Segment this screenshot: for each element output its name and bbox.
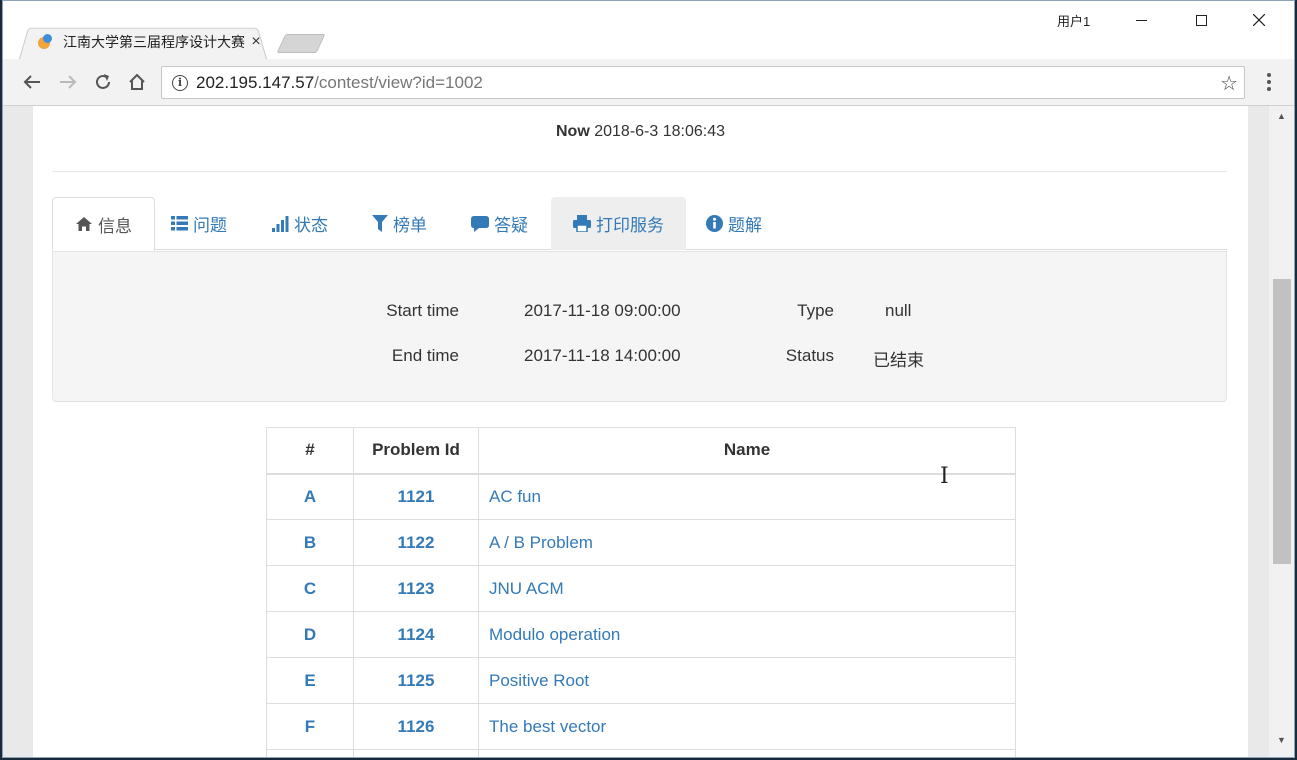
problem-table: # Problem Id Name A 1121 AC fun B 1122 A… xyxy=(266,427,1016,757)
site-favicon-icon xyxy=(37,34,53,50)
tab-problems[interactable]: 问题 xyxy=(149,197,249,250)
profile-label[interactable]: 用户1 xyxy=(1057,11,1090,30)
browser-tab-title: 江南大学第三届程序设计大赛 xyxy=(63,34,245,50)
problem-id-link[interactable]: 1122 xyxy=(353,519,479,566)
tab-close-icon[interactable]: × xyxy=(249,33,263,51)
table-row: B 1122 A / B Problem xyxy=(266,519,1016,566)
current-time: Now 2018-6-3 18:06:43 xyxy=(555,123,725,140)
maximize-button[interactable] xyxy=(1181,7,1221,33)
contest-info-panel: Start time 2017-11-18 09:00:00 Type null… xyxy=(52,251,1227,402)
list-icon xyxy=(171,216,188,231)
problem-name-link[interactable]: AC fun xyxy=(478,473,1016,520)
problem-id-link[interactable]: 1125 xyxy=(353,657,479,704)
type-value: null xyxy=(885,301,912,320)
table-row: C 1123 JNU ACM xyxy=(266,565,1016,612)
info-circle-icon xyxy=(706,215,723,232)
table-row: F 1126 The best vector xyxy=(266,703,1016,750)
problem-index-link[interactable]: C xyxy=(266,565,354,612)
problem-name-link[interactable]: JNU ACM xyxy=(478,565,1016,612)
browser-toolbar: i 202.195.147.57/contest/view?id=1002 ☆ xyxy=(3,59,1294,106)
end-time-label: End time xyxy=(391,346,459,365)
minimize-button[interactable] xyxy=(1121,7,1161,33)
problem-id-link[interactable]: 1126 xyxy=(353,703,479,750)
home-icon xyxy=(75,216,93,232)
tab-strip: 江南大学第三届程序设计大赛 × 用户1 xyxy=(3,1,1294,59)
forward-button[interactable] xyxy=(55,69,81,95)
tab-clarification[interactable]: 答疑 xyxy=(449,197,550,250)
comment-icon xyxy=(471,215,489,232)
close-icon xyxy=(1253,14,1265,26)
minimize-icon xyxy=(1135,19,1147,21)
problem-index-link[interactable]: A xyxy=(266,473,354,520)
col-header-name: Name xyxy=(478,427,1016,475)
col-header-problem-id: Problem Id xyxy=(353,427,479,475)
browser-tab-content[interactable]: 江南大学第三届程序设计大赛 × xyxy=(37,31,263,53)
site-info-icon[interactable]: i xyxy=(172,74,188,91)
forward-arrow-icon xyxy=(60,75,77,89)
table-row xyxy=(266,749,1016,757)
problem-id-link[interactable]: 1123 xyxy=(353,565,479,612)
page-viewport: Now 2018-6-3 18:06:43 信息 问题 状态 榜单 答疑 打印服… xyxy=(3,106,1294,757)
reload-icon xyxy=(96,74,110,89)
text-cursor-icon: I xyxy=(940,464,949,489)
start-time-value: 2017-11-18 09:00:00 xyxy=(524,301,681,320)
problem-name-link[interactable]: Positive Root xyxy=(478,657,1016,704)
status-label: Status xyxy=(785,346,834,365)
problem-name-link[interactable]: Modulo operation xyxy=(478,611,1016,658)
col-header-index: # xyxy=(266,427,354,475)
scrollbar-thumb[interactable] xyxy=(1273,279,1291,564)
table-header-row: # Problem Id Name xyxy=(266,427,1016,475)
problem-index-link[interactable]: E xyxy=(266,657,354,704)
table-row: E 1125 Positive Root xyxy=(266,657,1016,704)
tab-info[interactable]: 信息 xyxy=(52,197,155,251)
type-label: Type xyxy=(797,301,834,320)
scroll-up-arrow-icon[interactable]: ▲ xyxy=(1277,111,1286,121)
contest-tabs: 信息 问题 状态 榜单 答疑 打印服务 题解 xyxy=(52,197,1227,251)
filter-icon xyxy=(372,215,388,232)
signal-bars-icon xyxy=(272,215,289,232)
problem-name-link[interactable]: A / B Problem xyxy=(478,519,1016,566)
status-value: 已结束 xyxy=(873,351,924,370)
tab-ranklist[interactable]: 榜单 xyxy=(350,197,449,250)
scroll-down-arrow-icon[interactable]: ▼ xyxy=(1277,735,1286,745)
start-time-label: Start time xyxy=(386,301,459,320)
tab-print-service[interactable]: 打印服务 xyxy=(551,197,686,250)
reload-button[interactable] xyxy=(90,69,116,95)
problem-name-link[interactable]: The best vector xyxy=(478,703,1016,750)
home-button[interactable] xyxy=(124,69,150,95)
window-close-button[interactable] xyxy=(1239,7,1279,33)
url-text[interactable]: 202.195.147.57/contest/view?id=1002 xyxy=(196,73,483,93)
tab-solutions[interactable]: 题解 xyxy=(684,197,784,250)
problem-id-link[interactable]: 1121 xyxy=(353,473,479,520)
table-row: D 1124 Modulo operation xyxy=(266,611,1016,658)
bookmark-star-icon[interactable]: ☆ xyxy=(1220,71,1238,96)
problem-index-link[interactable]: B xyxy=(266,519,354,566)
kebab-menu-icon[interactable] xyxy=(1259,69,1279,95)
problem-index-link[interactable]: F xyxy=(266,703,354,750)
maximize-icon xyxy=(1195,14,1207,26)
end-time-value: 2017-11-18 14:00:00 xyxy=(524,346,681,365)
divider xyxy=(52,171,1227,172)
address-bar[interactable]: i 202.195.147.57/contest/view?id=1002 ☆ xyxy=(161,66,1245,99)
home-icon xyxy=(129,73,145,90)
print-icon xyxy=(573,215,591,232)
back-button[interactable] xyxy=(19,69,45,95)
tab-status[interactable]: 状态 xyxy=(250,197,350,250)
contest-page: Now 2018-6-3 18:06:43 信息 问题 状态 榜单 答疑 打印服… xyxy=(33,106,1248,757)
browser-window: 江南大学第三届程序设计大赛 × 用户1 i 202.195.147.57/con… xyxy=(2,0,1295,758)
problem-id-link[interactable]: 1124 xyxy=(353,611,479,658)
problem-index-link[interactable]: D xyxy=(266,611,354,658)
back-arrow-icon xyxy=(23,75,40,89)
table-row: A 1121 AC fun xyxy=(266,473,1016,520)
new-tab-button[interactable] xyxy=(276,34,326,53)
